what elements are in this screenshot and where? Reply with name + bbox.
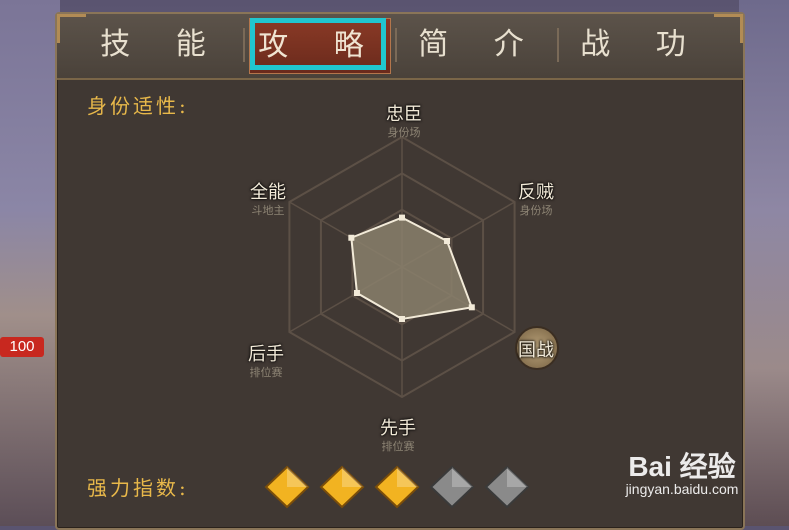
strength-rating: [264, 465, 530, 509]
radar-point: [468, 304, 475, 311]
tab-highlight-box: [250, 18, 386, 70]
identity-aptitude-title: 身份适性:: [87, 94, 189, 118]
strength-index-label: 强力指数:: [87, 476, 189, 500]
tab-separator: [395, 28, 397, 62]
tab-separator: [557, 28, 559, 62]
aptitude-radar-chart: [288, 135, 516, 399]
corner-ornament: [714, 14, 743, 43]
radar-point: [444, 238, 451, 244]
radar-label-all-round: 全能 斗地主: [250, 182, 286, 217]
corner-ornament: [57, 14, 86, 43]
radar-point: [353, 290, 360, 296]
radar-point: [348, 234, 355, 241]
tab-achievements[interactable]: 战 功: [567, 18, 717, 72]
radar-label-second-move: 后手 排位赛: [248, 344, 284, 379]
radar-label-kingdom-war: 国战: [518, 340, 554, 361]
background-left: [0, 0, 60, 526]
tab-separator: [243, 28, 245, 62]
hp-badge: 100: [0, 337, 44, 357]
radar-label-first-move: 先手 排位赛: [380, 418, 416, 453]
radar-label-loyalist: 忠臣 身份场: [386, 104, 422, 139]
tab-skills[interactable]: 技 能: [87, 18, 237, 72]
radar-point: [399, 316, 405, 322]
baidu-watermark: Bai 经验 jingyan.baidu.com: [625, 451, 739, 497]
gem-highlight: [507, 467, 528, 487]
radar-point: [399, 214, 405, 221]
radar-value-shape: [350, 216, 474, 321]
tab-intro[interactable]: 简 介: [405, 18, 555, 72]
tab-bar: 技 能 攻 略 简 介 战 功: [57, 14, 743, 80]
radar-label-rebel: 反贼 身份场: [518, 182, 554, 217]
